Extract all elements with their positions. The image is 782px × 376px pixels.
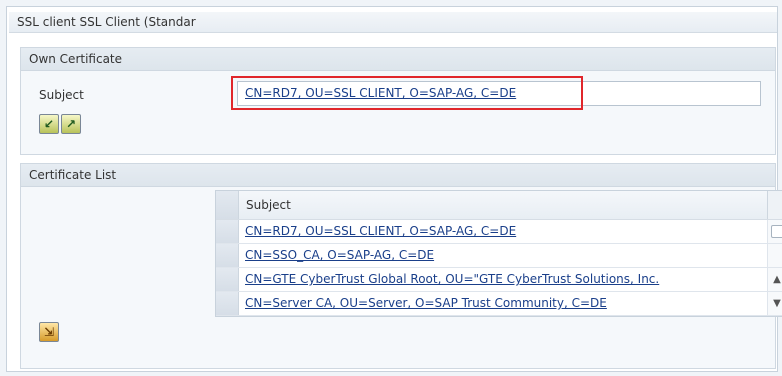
import-certificate-icon[interactable]: ↙ (39, 114, 59, 134)
panel-title: SSL client SSL Client (Standar (9, 12, 777, 33)
row-selector[interactable] (216, 292, 239, 315)
own-certificate-group: Own Certificate Subject CN=RD7, OU=SSL C… (20, 47, 776, 155)
table-row: CN=GTE CyberTrust Global Root, OU="GTE C… (216, 268, 782, 292)
table-row: CN=SSO_CA, O=SAP-AG, C=DE (216, 244, 782, 268)
scrollbar-track[interactable] (767, 244, 782, 267)
ssl-client-panel: SSL client SSL Client (Standar Own Certi… (6, 6, 782, 372)
table-row: CN=RD7, OU=SSL CLIENT, O=SAP-AG, C=DE (216, 220, 782, 244)
scroll-down-icon[interactable]: ▼ (767, 292, 782, 315)
subject-label: Subject (39, 88, 84, 102)
checkbox-icon[interactable] (770, 225, 782, 238)
subject-cell[interactable]: CN=Server CA, OU=Server, O=SAP Trust Com… (239, 292, 767, 315)
certificate-table: Subject CN=RD7, OU=SSL CLIENT, O=SAP-AG,… (215, 190, 782, 317)
export-certificate-icon[interactable]: ↗ (61, 114, 81, 134)
subject-column-header[interactable]: Subject (239, 191, 767, 219)
row-selector[interactable] (216, 220, 239, 243)
certificate-list-title: Certificate List (21, 164, 775, 187)
subject-cell[interactable]: CN=RD7, OU=SSL CLIENT, O=SAP-AG, C=DE (239, 220, 767, 243)
row-selector[interactable] (216, 244, 239, 267)
subject-link[interactable]: CN=RD7, OU=SSL CLIENT, O=SAP-AG, C=DE (237, 81, 761, 106)
add-to-list-icon[interactable]: ⇲ (39, 322, 59, 342)
row-checkbox-cell (767, 220, 782, 243)
table-row: CN=Server CA, OU=Server, O=SAP Trust Com… (216, 292, 782, 316)
table-header: Subject (216, 191, 782, 220)
certificate-list-group: Certificate List Subject CN=RD7, OU=SSL … (20, 163, 782, 369)
own-certificate-title: Own Certificate (21, 48, 775, 71)
select-all-cell[interactable] (216, 191, 239, 219)
subject-cell[interactable]: CN=GTE CyberTrust Global Root, OU="GTE C… (239, 268, 767, 291)
row-selector[interactable] (216, 268, 239, 291)
scroll-up-icon[interactable]: ▲ (767, 268, 782, 291)
column-settings-icon[interactable] (767, 191, 782, 219)
subject-cell[interactable]: CN=SSO_CA, O=SAP-AG, C=DE (239, 244, 767, 267)
